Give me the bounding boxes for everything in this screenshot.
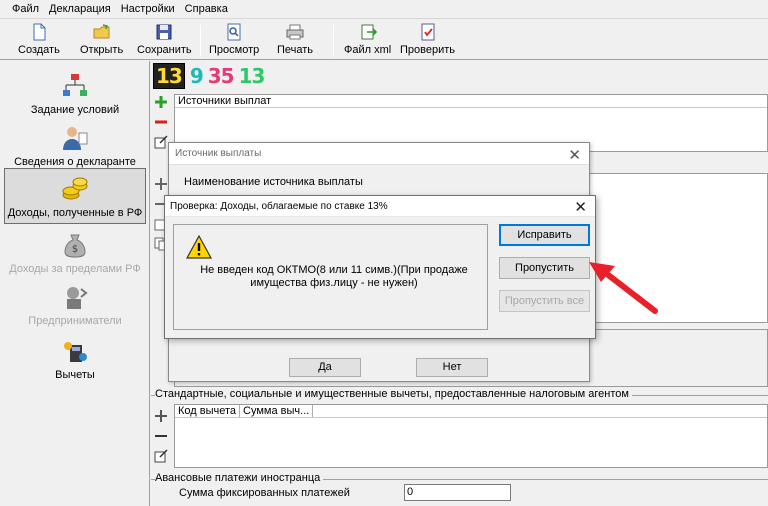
- column-deduction-code[interactable]: Код вычета: [175, 405, 241, 417]
- deductions-group-label: Стандартные, социальные и имущественные …: [155, 388, 632, 400]
- menu-declaration[interactable]: Декларация: [47, 3, 113, 15]
- source-dialog-titlebar: Источник выплаты ✕: [169, 143, 589, 165]
- yes-button[interactable]: Да: [289, 358, 361, 377]
- toolbar-separator: [333, 25, 334, 57]
- sidebar-item-deductions[interactable]: Вычеты: [4, 329, 146, 385]
- open-button[interactable]: Открыть: [80, 23, 123, 59]
- sidebar-item-income-abroad[interactable]: $ Доходы за пределами РФ: [4, 223, 146, 279]
- sidebar-label: Предприниматели: [28, 315, 122, 327]
- save-label: Сохранить: [137, 44, 192, 56]
- floppy-disk-icon: [156, 24, 172, 40]
- check-button[interactable]: Проверить: [400, 23, 455, 59]
- open-folder-icon: [93, 24, 110, 39]
- print-button[interactable]: Печать: [277, 23, 313, 59]
- source-dialog-title: Источник выплаты: [175, 148, 262, 159]
- xml-file-button[interactable]: Файл xml: [344, 23, 391, 59]
- preview-label: Просмотр: [209, 44, 260, 56]
- sidebar-item-entrepreneurs[interactable]: Предприниматели: [4, 275, 146, 331]
- deductions-tools: [154, 409, 172, 469]
- no-button[interactable]: Нет: [416, 358, 488, 377]
- print-label: Печать: [277, 44, 314, 56]
- sidebar-label: Сведения о декларанте: [14, 156, 136, 168]
- sidebar-item-declarant[interactable]: Сведения о декларанте: [4, 116, 146, 172]
- skip-button[interactable]: Пропустить: [499, 257, 590, 279]
- xml-file-label: Файл xml: [344, 44, 392, 56]
- svg-text:$: $: [72, 244, 78, 255]
- open-label: Открыть: [80, 44, 124, 56]
- warning-icon: [186, 235, 212, 259]
- conditions-tree-icon: [63, 74, 87, 96]
- declarant-person-icon: [63, 127, 88, 150]
- remove-icon[interactable]: [154, 429, 168, 443]
- sidebar-item-conditions[interactable]: Задание условий: [4, 64, 146, 120]
- red-arrow-icon: [589, 262, 658, 314]
- sources-header: Источники выплат: [175, 95, 767, 108]
- close-icon[interactable]: ✕: [568, 146, 581, 164]
- deductions-table: Код вычета Сумма выч...: [174, 404, 768, 468]
- sidebar: Задание условий Сведения о декларанте До…: [0, 61, 150, 506]
- fixed-payments-input[interactable]: 0: [404, 484, 511, 501]
- menu-help[interactable]: Справка: [183, 3, 230, 15]
- check-dialog-titlebar: Проверка: Доходы, облагаемые по ставке 1…: [165, 196, 595, 217]
- fixed-payments-label: Сумма фиксированных платежей: [179, 487, 350, 499]
- advance-group-label: Авансовые платежи иностранца: [155, 472, 324, 484]
- sidebar-label: Доходы за пределами РФ: [9, 263, 141, 275]
- sidebar-label: Доходы, полученные в РФ: [7, 207, 143, 219]
- check-dialog-title: Проверка: Доходы, облагаемые по ставке 1…: [170, 200, 388, 212]
- toolbar-separator: [200, 25, 201, 57]
- add-icon[interactable]: [154, 95, 168, 109]
- menu-file[interactable]: Файл: [10, 3, 41, 15]
- preview-document-icon: [227, 23, 241, 41]
- edit-icon[interactable]: [154, 449, 168, 463]
- money-bag-icon: $: [64, 234, 86, 258]
- check-label: Проверить: [400, 44, 456, 56]
- tax-rate-selector: 13 9 35 13: [153, 63, 266, 89]
- edit-icon[interactable]: [154, 135, 168, 149]
- sidebar-label: Задание условий: [30, 104, 120, 116]
- check-message: Не введен код ОКТМО(8 или 11 симв.)(При …: [200, 264, 468, 289]
- coins-icon: [62, 177, 88, 200]
- toolbar: Создать Открыть Сохранить Просмотр Печат…: [0, 18, 768, 60]
- entrepreneur-icon: [67, 287, 88, 309]
- menu-settings[interactable]: Настройки: [119, 3, 177, 15]
- sidebar-label: Вычеты: [55, 369, 95, 381]
- column-deduction-sum[interactable]: Сумма выч...: [240, 405, 314, 417]
- sidebar-item-income-rf[interactable]: Доходы, полученные в РФ: [4, 168, 146, 224]
- rate-9[interactable]: 9: [190, 64, 204, 88]
- deductions-table-header: Код вычета Сумма выч...: [175, 405, 767, 418]
- source-name-label: Наименование источника выплаты: [184, 176, 363, 188]
- preview-button[interactable]: Просмотр: [209, 23, 259, 59]
- add-icon[interactable]: [154, 177, 168, 191]
- check-message-box: Не введен код ОКТМО(8 или 11 симв.)(При …: [173, 224, 488, 330]
- menu-bar: Файл Декларация Настройки Справка: [0, 0, 768, 18]
- remove-icon[interactable]: [154, 115, 168, 129]
- fix-button[interactable]: Исправить: [499, 224, 590, 246]
- create-label: Создать: [18, 44, 60, 56]
- xml-export-icon: [361, 24, 377, 40]
- rate-13[interactable]: 13: [239, 64, 266, 88]
- create-button[interactable]: Создать: [18, 23, 60, 59]
- rate-13-selected[interactable]: 13: [153, 63, 185, 89]
- save-button[interactable]: Сохранить: [137, 23, 192, 59]
- calculator-icon: [64, 342, 87, 362]
- new-document-icon: [33, 23, 46, 41]
- checklist-icon: [421, 23, 434, 41]
- rate-35[interactable]: 35: [208, 64, 235, 88]
- add-icon[interactable]: [154, 409, 168, 423]
- check-dialog: Проверка: Доходы, облагаемые по ставке 1…: [164, 195, 596, 339]
- printer-icon: [286, 24, 304, 40]
- skip-all-button[interactable]: Пропустить все: [499, 290, 590, 312]
- close-icon[interactable]: ✕: [574, 198, 587, 216]
